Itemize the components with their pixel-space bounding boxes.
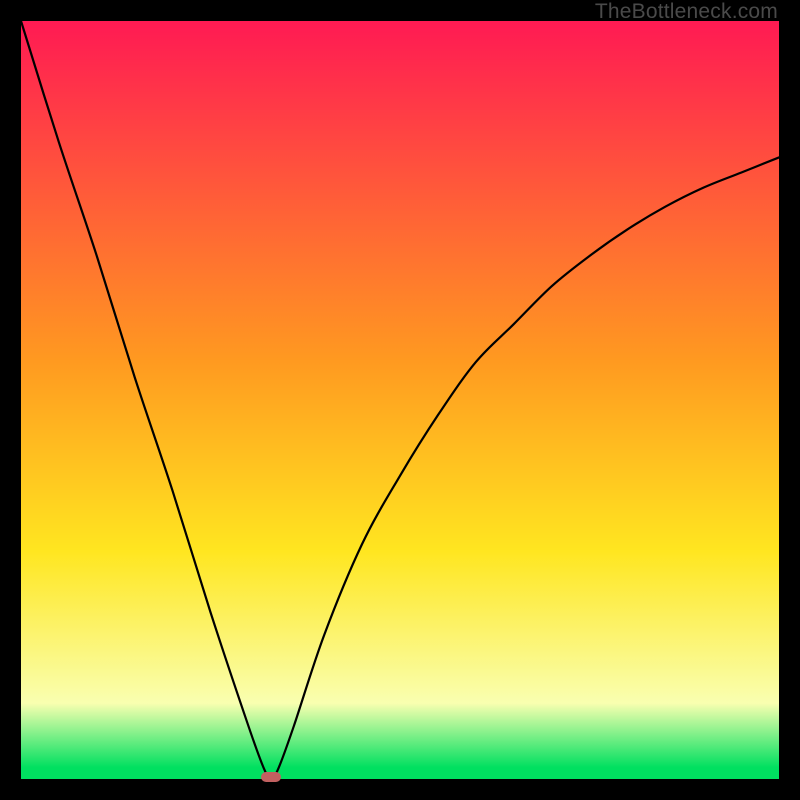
chart-svg	[21, 21, 779, 779]
minimum-marker	[261, 772, 281, 782]
chart-frame	[21, 21, 779, 779]
bottleneck-curve	[21, 21, 779, 779]
